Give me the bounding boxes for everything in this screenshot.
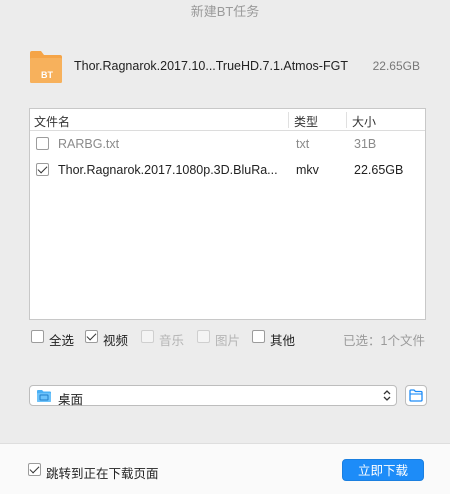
video-label: 视频 (103, 334, 129, 348)
file-name: Thor.Ragnarok.2017.1080p.3D.BluRa... (58, 163, 278, 177)
file-type-filters: 全选 视频 音乐 图片 其他 已选：1个文件 (31, 329, 425, 348)
torrent-header: BT Thor.Ragnarok.2017.10...TrueHD.7.1.At… (28, 48, 428, 84)
torrent-size: 22.65GB (372, 59, 420, 73)
file-row[interactable]: RARBG.txt txt 31B (30, 131, 425, 157)
table-header: 文件名 类型 大小 (30, 109, 425, 131)
music-checkbox (141, 330, 154, 343)
video-checkbox[interactable] (85, 330, 98, 343)
file-type: txt (296, 137, 310, 151)
download-now-button[interactable]: 立即下载 (342, 459, 424, 481)
other-label: 其他 (270, 334, 296, 348)
chevron-up-down-icon (383, 390, 391, 401)
bt-folder-icon: BT (30, 51, 62, 83)
file-row[interactable]: Thor.Ragnarok.2017.1080p.3D.BluRa... mkv… (30, 157, 425, 183)
window-title: 新建BT任务 (190, 4, 260, 19)
jump-label: 跳转到正在下载页面 (46, 467, 159, 481)
jump-checkbox[interactable] (28, 463, 41, 476)
image-checkbox (197, 330, 210, 343)
file-size: 31B (354, 137, 377, 151)
file-name: RARBG.txt (58, 137, 120, 151)
column-header-type[interactable]: 类型 (294, 113, 318, 130)
selected-summary: 已选：1个文件 (343, 334, 425, 348)
download-path-label: 桌面 (58, 393, 84, 407)
file-checkbox[interactable] (36, 137, 49, 150)
dialog-footer: 跳转到正在下载页面 立即下载 (0, 443, 450, 494)
torrent-name: Thor.Ragnarok.2017.10...TrueHD.7.1.Atmos… (74, 59, 348, 73)
other-checkbox[interactable] (252, 330, 265, 343)
file-size: 22.65GB (354, 163, 404, 177)
folder-icon (409, 389, 423, 402)
music-label: 音乐 (159, 334, 185, 348)
image-label: 图片 (215, 334, 241, 348)
file-type: mkv (296, 163, 319, 177)
download-path-select[interactable]: 桌面 (29, 385, 397, 407)
column-header-size[interactable]: 大小 (352, 113, 376, 130)
file-checkbox[interactable] (36, 163, 49, 176)
select-all-checkbox[interactable] (31, 330, 44, 343)
file-list: 文件名 类型 大小 RARBG.txt txt 31B Thor.Ragnaro… (29, 108, 426, 320)
desktop-folder-icon (37, 390, 51, 402)
column-divider[interactable] (288, 112, 289, 128)
column-header-name[interactable]: 文件名 (34, 113, 70, 130)
select-all-label: 全选 (49, 334, 75, 348)
browse-folder-button[interactable] (405, 385, 427, 406)
bt-badge: BT (41, 70, 53, 80)
column-divider[interactable] (346, 112, 347, 128)
